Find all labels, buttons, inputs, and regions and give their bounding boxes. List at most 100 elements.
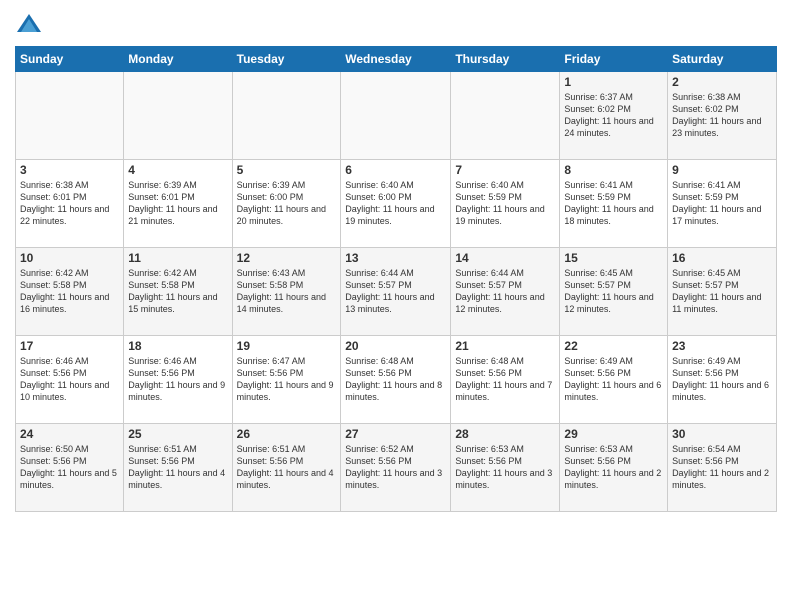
calendar-cell: 23 Sunrise: 6:49 AM Sunset: 5:56 PM Dayli… bbox=[668, 336, 777, 424]
calendar-cell: 28 Sunrise: 6:53 AM Sunset: 5:56 PM Dayli… bbox=[451, 424, 560, 512]
calendar-cell: 24 Sunrise: 6:50 AM Sunset: 5:56 PM Dayli… bbox=[16, 424, 124, 512]
calendar-header-monday: Monday bbox=[124, 47, 232, 72]
calendar-header-sunday: Sunday bbox=[16, 47, 124, 72]
day-info: Sunrise: 6:41 AM Sunset: 5:59 PM Dayligh… bbox=[564, 179, 663, 228]
day-number: 11 bbox=[128, 251, 227, 265]
calendar-header-tuesday: Tuesday bbox=[232, 47, 341, 72]
calendar-cell: 29 Sunrise: 6:53 AM Sunset: 5:56 PM Dayli… bbox=[560, 424, 668, 512]
calendar-cell: 30Sunrise: 6:54 AM Sunset: 5:56 PM Dayli… bbox=[668, 424, 777, 512]
day-info: Sunrise: 6:52 AM Sunset: 5:56 PM Dayligh… bbox=[345, 443, 446, 492]
day-info: Sunrise: 6:43 AM Sunset: 5:58 PM Dayligh… bbox=[237, 267, 337, 316]
day-number: 16 bbox=[672, 251, 772, 265]
calendar-cell: 14 Sunrise: 6:44 AM Sunset: 5:57 PM Dayli… bbox=[451, 248, 560, 336]
day-number: 4 bbox=[128, 163, 227, 177]
day-info: Sunrise: 6:50 AM Sunset: 5:56 PM Dayligh… bbox=[20, 443, 119, 492]
day-number: 6 bbox=[345, 163, 446, 177]
day-info: Sunrise: 6:38 AM Sunset: 6:02 PM Dayligh… bbox=[672, 91, 772, 140]
day-number: 26 bbox=[237, 427, 337, 441]
day-number: 28 bbox=[455, 427, 555, 441]
calendar-cell: 13 Sunrise: 6:44 AM Sunset: 5:57 PM Dayli… bbox=[341, 248, 451, 336]
day-info: Sunrise: 6:47 AM Sunset: 5:56 PM Dayligh… bbox=[237, 355, 337, 404]
day-number: 29 bbox=[564, 427, 663, 441]
calendar-cell: 10 Sunrise: 6:42 AM Sunset: 5:58 PM Dayli… bbox=[16, 248, 124, 336]
calendar-week-1: 3 Sunrise: 6:38 AM Sunset: 6:01 PM Daylig… bbox=[16, 160, 777, 248]
calendar-header-thursday: Thursday bbox=[451, 47, 560, 72]
calendar-cell: 11 Sunrise: 6:42 AM Sunset: 5:58 PM Dayli… bbox=[124, 248, 232, 336]
calendar-cell: 9Sunrise: 6:41 AM Sunset: 5:59 PM Daylig… bbox=[668, 160, 777, 248]
calendar-week-2: 10 Sunrise: 6:42 AM Sunset: 5:58 PM Dayli… bbox=[16, 248, 777, 336]
day-info: Sunrise: 6:46 AM Sunset: 5:56 PM Dayligh… bbox=[128, 355, 227, 404]
day-number: 21 bbox=[455, 339, 555, 353]
day-info: Sunrise: 6:37 AM Sunset: 6:02 PM Dayligh… bbox=[564, 91, 663, 140]
day-info: Sunrise: 6:40 AM Sunset: 6:00 PM Dayligh… bbox=[345, 179, 446, 228]
day-info: Sunrise: 6:42 AM Sunset: 5:58 PM Dayligh… bbox=[128, 267, 227, 316]
day-number: 19 bbox=[237, 339, 337, 353]
day-number: 5 bbox=[237, 163, 337, 177]
calendar-cell: 5Sunrise: 6:39 AM Sunset: 6:00 PM Daylig… bbox=[232, 160, 341, 248]
calendar-week-4: 24 Sunrise: 6:50 AM Sunset: 5:56 PM Dayli… bbox=[16, 424, 777, 512]
day-info: Sunrise: 6:38 AM Sunset: 6:01 PM Dayligh… bbox=[20, 179, 119, 228]
header bbox=[15, 10, 777, 38]
day-number: 1 bbox=[564, 75, 663, 89]
day-number: 9 bbox=[672, 163, 772, 177]
calendar-cell: 12Sunrise: 6:43 AM Sunset: 5:58 PM Dayli… bbox=[232, 248, 341, 336]
calendar-week-3: 17Sunrise: 6:46 AM Sunset: 5:56 PM Dayli… bbox=[16, 336, 777, 424]
day-info: Sunrise: 6:54 AM Sunset: 5:56 PM Dayligh… bbox=[672, 443, 772, 492]
day-info: Sunrise: 6:44 AM Sunset: 5:57 PM Dayligh… bbox=[455, 267, 555, 316]
day-info: Sunrise: 6:51 AM Sunset: 5:56 PM Dayligh… bbox=[237, 443, 337, 492]
day-info: Sunrise: 6:39 AM Sunset: 6:01 PM Dayligh… bbox=[128, 179, 227, 228]
calendar-cell: 4 Sunrise: 6:39 AM Sunset: 6:01 PM Daylig… bbox=[124, 160, 232, 248]
calendar-cell: 25 Sunrise: 6:51 AM Sunset: 5:56 PM Dayli… bbox=[124, 424, 232, 512]
day-number: 27 bbox=[345, 427, 446, 441]
calendar-week-0: 1 Sunrise: 6:37 AM Sunset: 6:02 PM Daylig… bbox=[16, 72, 777, 160]
day-number: 2 bbox=[672, 75, 772, 89]
day-number: 10 bbox=[20, 251, 119, 265]
calendar-cell bbox=[124, 72, 232, 160]
day-number: 13 bbox=[345, 251, 446, 265]
calendar-cell: 6 Sunrise: 6:40 AM Sunset: 6:00 PM Daylig… bbox=[341, 160, 451, 248]
day-info: Sunrise: 6:53 AM Sunset: 5:56 PM Dayligh… bbox=[455, 443, 555, 492]
calendar-cell bbox=[232, 72, 341, 160]
day-number: 15 bbox=[564, 251, 663, 265]
calendar: SundayMondayTuesdayWednesdayThursdayFrid… bbox=[15, 46, 777, 512]
calendar-cell: 2 Sunrise: 6:38 AM Sunset: 6:02 PM Daylig… bbox=[668, 72, 777, 160]
calendar-header-wednesday: Wednesday bbox=[341, 47, 451, 72]
day-info: Sunrise: 6:40 AM Sunset: 5:59 PM Dayligh… bbox=[455, 179, 555, 228]
calendar-cell bbox=[341, 72, 451, 160]
calendar-cell: 20 Sunrise: 6:48 AM Sunset: 5:56 PM Dayli… bbox=[341, 336, 451, 424]
day-info: Sunrise: 6:44 AM Sunset: 5:57 PM Dayligh… bbox=[345, 267, 446, 316]
day-number: 7 bbox=[455, 163, 555, 177]
calendar-cell bbox=[451, 72, 560, 160]
calendar-cell: 3 Sunrise: 6:38 AM Sunset: 6:01 PM Daylig… bbox=[16, 160, 124, 248]
page: SundayMondayTuesdayWednesdayThursdayFrid… bbox=[0, 0, 792, 612]
day-number: 8 bbox=[564, 163, 663, 177]
calendar-cell: 21 Sunrise: 6:48 AM Sunset: 5:56 PM Dayli… bbox=[451, 336, 560, 424]
calendar-cell: 22 Sunrise: 6:49 AM Sunset: 5:56 PM Dayli… bbox=[560, 336, 668, 424]
day-number: 23 bbox=[672, 339, 772, 353]
day-number: 22 bbox=[564, 339, 663, 353]
calendar-cell: 27 Sunrise: 6:52 AM Sunset: 5:56 PM Dayli… bbox=[341, 424, 451, 512]
calendar-cell: 18 Sunrise: 6:46 AM Sunset: 5:56 PM Dayli… bbox=[124, 336, 232, 424]
day-info: Sunrise: 6:48 AM Sunset: 5:56 PM Dayligh… bbox=[455, 355, 555, 404]
day-number: 3 bbox=[20, 163, 119, 177]
day-info: Sunrise: 6:45 AM Sunset: 5:57 PM Dayligh… bbox=[672, 267, 772, 316]
calendar-cell: 16 Sunrise: 6:45 AM Sunset: 5:57 PM Dayli… bbox=[668, 248, 777, 336]
logo bbox=[15, 10, 47, 38]
calendar-cell bbox=[16, 72, 124, 160]
logo-icon bbox=[15, 10, 43, 38]
day-info: Sunrise: 6:48 AM Sunset: 5:56 PM Dayligh… bbox=[345, 355, 446, 404]
day-info: Sunrise: 6:49 AM Sunset: 5:56 PM Dayligh… bbox=[564, 355, 663, 404]
day-info: Sunrise: 6:49 AM Sunset: 5:56 PM Dayligh… bbox=[672, 355, 772, 404]
day-info: Sunrise: 6:45 AM Sunset: 5:57 PM Dayligh… bbox=[564, 267, 663, 316]
day-info: Sunrise: 6:51 AM Sunset: 5:56 PM Dayligh… bbox=[128, 443, 227, 492]
day-number: 20 bbox=[345, 339, 446, 353]
day-info: Sunrise: 6:53 AM Sunset: 5:56 PM Dayligh… bbox=[564, 443, 663, 492]
day-number: 18 bbox=[128, 339, 227, 353]
calendar-header-row: SundayMondayTuesdayWednesdayThursdayFrid… bbox=[16, 47, 777, 72]
day-info: Sunrise: 6:46 AM Sunset: 5:56 PM Dayligh… bbox=[20, 355, 119, 404]
day-info: Sunrise: 6:42 AM Sunset: 5:58 PM Dayligh… bbox=[20, 267, 119, 316]
day-number: 14 bbox=[455, 251, 555, 265]
calendar-header-friday: Friday bbox=[560, 47, 668, 72]
day-number: 24 bbox=[20, 427, 119, 441]
day-number: 25 bbox=[128, 427, 227, 441]
